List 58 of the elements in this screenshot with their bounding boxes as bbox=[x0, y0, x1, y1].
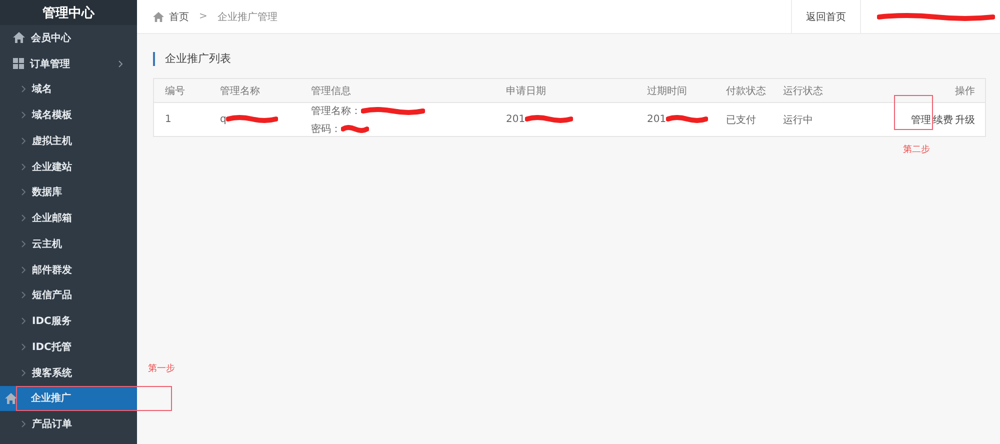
sidebar-item[interactable]: 域名模板 bbox=[0, 102, 137, 128]
panel-title: 企业推广列表 bbox=[153, 52, 986, 66]
breadcrumb-separator: > bbox=[199, 11, 208, 22]
sidebar-item[interactable]: 数据库 bbox=[0, 180, 137, 206]
sidebar-item-label: 域名模板 bbox=[32, 108, 72, 122]
breadcrumb-current: 企业推广管理 bbox=[217, 10, 278, 24]
column-header: 运行状态 bbox=[783, 84, 824, 98]
sidebar-item[interactable]: 虚拟主机 bbox=[0, 128, 137, 154]
column-header: 管理名称 bbox=[220, 84, 261, 98]
sidebar-item[interactable]: 企业建站 bbox=[0, 154, 137, 180]
sidebar-item-label: 企业推广 bbox=[31, 391, 71, 406]
sidebar-item[interactable]: 企业推广 bbox=[0, 386, 137, 412]
info-label: 管理名称： bbox=[311, 106, 361, 116]
table-cell-text: 已支付 bbox=[726, 114, 757, 126]
sidebar-item-label: 搜客系统 bbox=[32, 366, 72, 380]
sidebar-item-label: 企业邮箱 bbox=[32, 212, 72, 226]
sidebar-item[interactable]: 会员中心 bbox=[0, 25, 137, 51]
sidebar-item-label: 会员中心 bbox=[31, 31, 71, 45]
sidebar-item[interactable]: 域名 bbox=[0, 76, 137, 102]
action-link[interactable]: 管理 bbox=[911, 112, 931, 126]
annotation-text: 第二步 bbox=[903, 144, 930, 156]
column-header: 编号 bbox=[165, 84, 186, 98]
column-header: 付款状态 bbox=[726, 84, 767, 98]
sidebar-item-label: 短信产品 bbox=[32, 288, 72, 302]
sidebar-item[interactable]: 企业邮箱 bbox=[0, 205, 137, 231]
sidebar-item-label: IDC服务 bbox=[32, 314, 72, 328]
table-cell-text: 1 bbox=[165, 114, 172, 125]
annotation-text: 第一步 bbox=[148, 362, 175, 375]
sidebar-item[interactable]: IDC托管 bbox=[0, 334, 137, 360]
sidebar-item-label: 云主机 bbox=[32, 237, 62, 251]
sidebar-item-label: 订单管理 bbox=[30, 58, 70, 71]
info-label: 密码： bbox=[311, 124, 341, 134]
table-cell: 201 bbox=[506, 114, 526, 125]
sidebar-item-label: 域名 bbox=[32, 82, 52, 96]
sidebar-item[interactable]: IDC服务 bbox=[0, 308, 137, 334]
sidebar-item[interactable]: 订单管理 bbox=[0, 50, 137, 76]
column-header: 操作 bbox=[955, 84, 975, 98]
sidebar-item[interactable]: 产品订单 bbox=[0, 411, 137, 437]
sidebar-item[interactable]: 邮件群发 bbox=[0, 256, 137, 282]
column-header: 申请日期 bbox=[506, 84, 547, 98]
breadcrumb-home-link[interactable]: 首页 bbox=[153, 10, 189, 24]
sidebar-title: 管理中心 bbox=[0, 0, 137, 25]
sidebar-item[interactable]: 搜客系统 bbox=[0, 360, 137, 386]
column-header: 管理信息 bbox=[311, 84, 352, 98]
sidebar-item-label: IDC托管 bbox=[32, 340, 72, 354]
table-cell: q bbox=[220, 114, 226, 125]
sidebar-item[interactable]: 短信产品 bbox=[0, 282, 137, 308]
action-link[interactable]: 续费 bbox=[933, 112, 953, 126]
sidebar-item[interactable]: 云主机 bbox=[0, 231, 137, 257]
table-cell: 201 bbox=[647, 114, 666, 125]
sidebar-item-label: 邮件群发 bbox=[32, 264, 72, 277]
column-header: 过期时间 bbox=[647, 84, 688, 98]
table-cell-text: 运行中 bbox=[783, 114, 814, 126]
sidebar-item-label: 虚拟主机 bbox=[32, 134, 72, 148]
sidebar-item-label: 产品订单 bbox=[32, 418, 72, 432]
action-link[interactable]: 升级 bbox=[955, 112, 975, 126]
sidebar-item-label: 企业建站 bbox=[32, 160, 72, 174]
sidebar-item-label: 数据库 bbox=[32, 185, 62, 200]
